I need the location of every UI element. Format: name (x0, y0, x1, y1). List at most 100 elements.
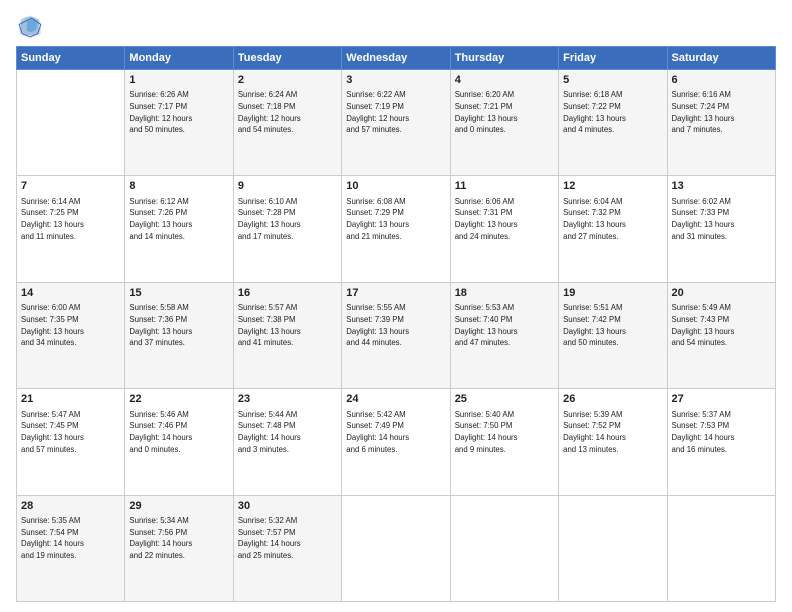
day-number: 11 (455, 179, 554, 194)
calendar-body: 1Sunrise: 6:26 AM Sunset: 7:17 PM Daylig… (17, 70, 776, 602)
day-info: Sunrise: 6:14 AM Sunset: 7:25 PM Dayligh… (21, 196, 120, 243)
day-number: 16 (238, 286, 337, 301)
calendar-day-cell: 6Sunrise: 6:16 AM Sunset: 7:24 PM Daylig… (667, 70, 775, 176)
logo-icon (16, 12, 44, 40)
day-info: Sunrise: 6:20 AM Sunset: 7:21 PM Dayligh… (455, 89, 554, 136)
day-number: 24 (346, 392, 445, 407)
calendar-day-cell (559, 495, 667, 601)
day-number: 29 (129, 499, 228, 514)
day-info: Sunrise: 6:18 AM Sunset: 7:22 PM Dayligh… (563, 89, 662, 136)
calendar-day-cell: 27Sunrise: 5:37 AM Sunset: 7:53 PM Dayli… (667, 389, 775, 495)
day-number: 22 (129, 392, 228, 407)
calendar-week-row: 21 Sunrise: 5:47 AM Sunset: 7:45 PM Dayli… (17, 389, 776, 495)
day-number: 21 (21, 392, 120, 407)
day-info: Sunrise: 5:47 AM Sunset: 7:45 PM Dayligh… (21, 409, 120, 456)
day-number: 2 (238, 73, 337, 88)
calendar-week-row: 1Sunrise: 6:26 AM Sunset: 7:17 PM Daylig… (17, 70, 776, 176)
day-number: 19 (563, 286, 662, 301)
day-info: Sunrise: 6:06 AM Sunset: 7:31 PM Dayligh… (455, 196, 554, 243)
day-number: 3 (346, 73, 445, 88)
calendar-day-cell (450, 495, 558, 601)
header-day: Sunday (17, 47, 125, 70)
day-info: Sunrise: 6:02 AM Sunset: 7:33 PM Dayligh… (672, 196, 771, 243)
calendar-day-cell: 24 Sunrise: 5:42 AM Sunset: 7:49 PM Dayli… (342, 389, 450, 495)
calendar-day-cell: 16Sunrise: 5:57 AM Sunset: 7:38 PM Dayli… (233, 282, 341, 388)
calendar-day-cell: 7 Sunrise: 6:14 AM Sunset: 7:25 PM Daylig… (17, 176, 125, 282)
header-day: Monday (125, 47, 233, 70)
page: SundayMondayTuesdayWednesdayThursdayFrid… (0, 0, 792, 612)
day-info: Sunrise: 6:22 AM Sunset: 7:19 PM Dayligh… (346, 89, 445, 136)
day-info: Sunrise: 6:24 AM Sunset: 7:18 PM Dayligh… (238, 89, 337, 136)
calendar-day-cell: 11 Sunrise: 6:06 AM Sunset: 7:31 PM Dayli… (450, 176, 558, 282)
calendar-day-cell: 17Sunrise: 5:55 AM Sunset: 7:39 PM Dayli… (342, 282, 450, 388)
day-info: Sunrise: 6:12 AM Sunset: 7:26 PM Dayligh… (129, 196, 228, 243)
calendar-day-cell: 29Sunrise: 5:34 AM Sunset: 7:56 PM Dayli… (125, 495, 233, 601)
day-info: Sunrise: 5:39 AM Sunset: 7:52 PM Dayligh… (563, 409, 662, 456)
day-info: Sunrise: 5:34 AM Sunset: 7:56 PM Dayligh… (129, 515, 228, 562)
calendar-day-cell: 3Sunrise: 6:22 AM Sunset: 7:19 PM Daylig… (342, 70, 450, 176)
day-info: Sunrise: 6:08 AM Sunset: 7:29 PM Dayligh… (346, 196, 445, 243)
calendar-day-cell: 19Sunrise: 5:51 AM Sunset: 7:42 PM Dayli… (559, 282, 667, 388)
day-number: 10 (346, 179, 445, 194)
calendar-day-cell: 13 Sunrise: 6:02 AM Sunset: 7:33 PM Dayli… (667, 176, 775, 282)
day-info: Sunrise: 6:04 AM Sunset: 7:32 PM Dayligh… (563, 196, 662, 243)
day-number: 7 (21, 179, 120, 194)
calendar-day-cell: 4Sunrise: 6:20 AM Sunset: 7:21 PM Daylig… (450, 70, 558, 176)
calendar-day-cell: 8 Sunrise: 6:12 AM Sunset: 7:26 PM Daylig… (125, 176, 233, 282)
day-number: 15 (129, 286, 228, 301)
header-day: Wednesday (342, 47, 450, 70)
calendar-day-cell: 2Sunrise: 6:24 AM Sunset: 7:18 PM Daylig… (233, 70, 341, 176)
calendar-header: SundayMondayTuesdayWednesdayThursdayFrid… (17, 47, 776, 70)
day-info: Sunrise: 6:26 AM Sunset: 7:17 PM Dayligh… (129, 89, 228, 136)
calendar-day-cell: 26 Sunrise: 5:39 AM Sunset: 7:52 PM Dayli… (559, 389, 667, 495)
day-info: Sunrise: 5:32 AM Sunset: 7:57 PM Dayligh… (238, 515, 337, 562)
day-number: 12 (563, 179, 662, 194)
day-number: 25 (455, 392, 554, 407)
day-info: Sunrise: 5:44 AM Sunset: 7:48 PM Dayligh… (238, 409, 337, 456)
day-number: 26 (563, 392, 662, 407)
day-number: 9 (238, 179, 337, 194)
calendar-day-cell: 18Sunrise: 5:53 AM Sunset: 7:40 PM Dayli… (450, 282, 558, 388)
calendar-day-cell: 9 Sunrise: 6:10 AM Sunset: 7:28 PM Daylig… (233, 176, 341, 282)
header-day: Tuesday (233, 47, 341, 70)
calendar-day-cell (17, 70, 125, 176)
day-number: 14 (21, 286, 120, 301)
calendar-day-cell: 28Sunrise: 5:35 AM Sunset: 7:54 PM Dayli… (17, 495, 125, 601)
calendar-day-cell: 30Sunrise: 5:32 AM Sunset: 7:57 PM Dayli… (233, 495, 341, 601)
day-number: 5 (563, 73, 662, 88)
day-number: 30 (238, 499, 337, 514)
day-info: Sunrise: 5:58 AM Sunset: 7:36 PM Dayligh… (129, 302, 228, 349)
day-info: Sunrise: 5:42 AM Sunset: 7:49 PM Dayligh… (346, 409, 445, 456)
day-number: 17 (346, 286, 445, 301)
day-number: 23 (238, 392, 337, 407)
day-number: 28 (21, 499, 120, 514)
day-number: 20 (672, 286, 771, 301)
calendar-day-cell: 25Sunrise: 5:40 AM Sunset: 7:50 PM Dayli… (450, 389, 558, 495)
day-number: 6 (672, 73, 771, 88)
calendar-day-cell: 10 Sunrise: 6:08 AM Sunset: 7:29 PM Dayli… (342, 176, 450, 282)
day-number: 27 (672, 392, 771, 407)
calendar-day-cell: 12 Sunrise: 6:04 AM Sunset: 7:32 PM Dayli… (559, 176, 667, 282)
logo (16, 12, 46, 40)
calendar-day-cell: 5Sunrise: 6:18 AM Sunset: 7:22 PM Daylig… (559, 70, 667, 176)
calendar-day-cell (667, 495, 775, 601)
day-info: Sunrise: 6:10 AM Sunset: 7:28 PM Dayligh… (238, 196, 337, 243)
calendar-week-row: 14Sunrise: 6:00 AM Sunset: 7:35 PM Dayli… (17, 282, 776, 388)
calendar-day-cell: 1Sunrise: 6:26 AM Sunset: 7:17 PM Daylig… (125, 70, 233, 176)
calendar-table: SundayMondayTuesdayWednesdayThursdayFrid… (16, 46, 776, 602)
calendar-day-cell: 23 Sunrise: 5:44 AM Sunset: 7:48 PM Dayli… (233, 389, 341, 495)
calendar-week-row: 7 Sunrise: 6:14 AM Sunset: 7:25 PM Daylig… (17, 176, 776, 282)
day-number: 8 (129, 179, 228, 194)
calendar-day-cell: 21 Sunrise: 5:47 AM Sunset: 7:45 PM Dayli… (17, 389, 125, 495)
calendar-day-cell: 14Sunrise: 6:00 AM Sunset: 7:35 PM Dayli… (17, 282, 125, 388)
header-day: Saturday (667, 47, 775, 70)
header-row: SundayMondayTuesdayWednesdayThursdayFrid… (17, 47, 776, 70)
day-info: Sunrise: 5:57 AM Sunset: 7:38 PM Dayligh… (238, 302, 337, 349)
header-day: Friday (559, 47, 667, 70)
day-number: 13 (672, 179, 771, 194)
day-info: Sunrise: 5:55 AM Sunset: 7:39 PM Dayligh… (346, 302, 445, 349)
day-info: Sunrise: 5:49 AM Sunset: 7:43 PM Dayligh… (672, 302, 771, 349)
day-number: 4 (455, 73, 554, 88)
calendar-day-cell (342, 495, 450, 601)
day-info: Sunrise: 5:51 AM Sunset: 7:42 PM Dayligh… (563, 302, 662, 349)
